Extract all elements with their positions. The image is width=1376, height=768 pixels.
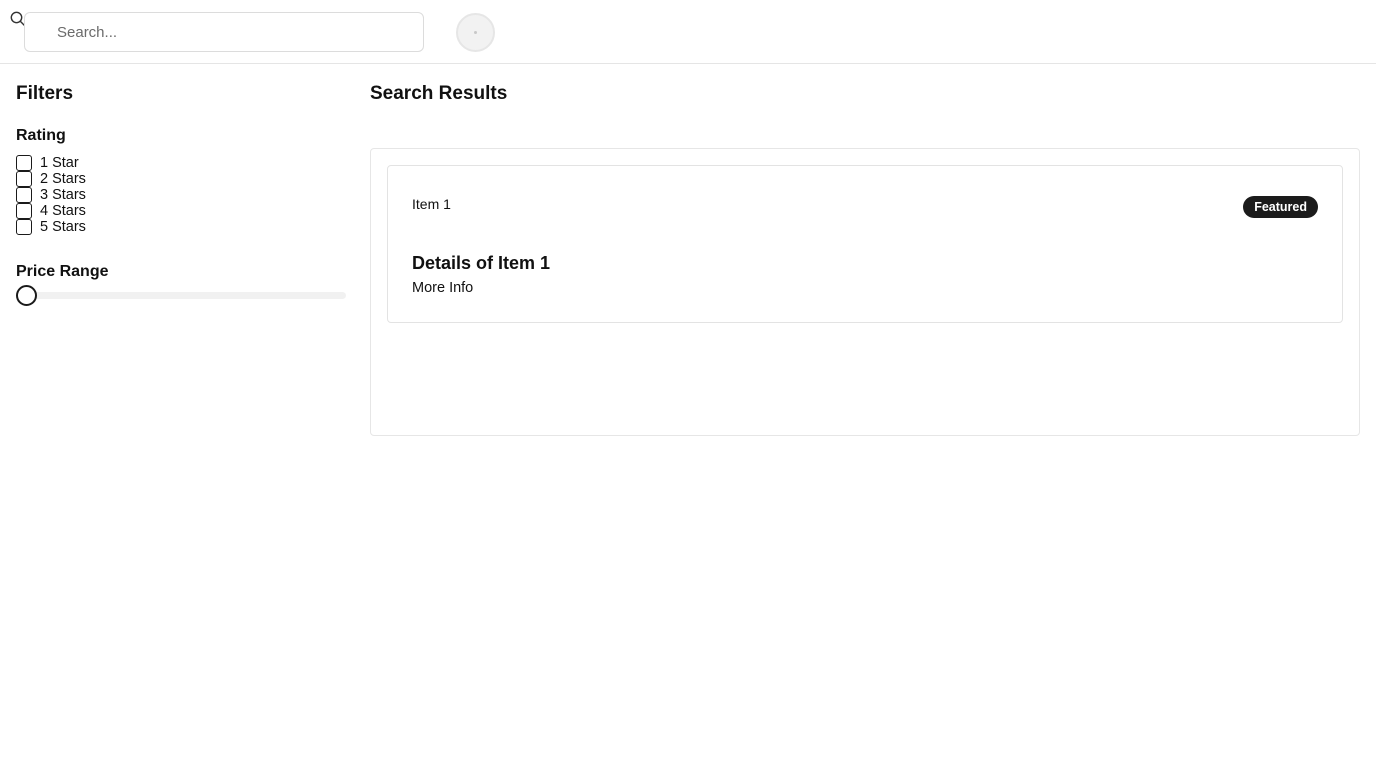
price-range-title: Price Range (16, 263, 109, 280)
top-bar (0, 0, 1376, 64)
avatar-button[interactable] (456, 13, 495, 52)
rating-checkbox[interactable] (16, 155, 32, 171)
rating-checkbox[interactable] (16, 171, 32, 187)
rating-option-5-stars[interactable]: 5 Stars (16, 219, 86, 235)
rating-option-label: 1 Star (40, 155, 79, 171)
price-range-slider[interactable] (16, 285, 346, 306)
more-info-link[interactable]: More Info (412, 280, 473, 297)
avatar-icon (474, 31, 477, 34)
search-input[interactable] (24, 12, 424, 52)
rating-option-4-stars[interactable]: 4 Stars (16, 203, 86, 219)
rating-filter-list: 1 Star 2 Stars 3 Stars 4 Stars 5 Stars (16, 155, 86, 235)
filters-title: Filters (16, 83, 74, 104)
price-range-slider-thumb[interactable] (16, 285, 37, 306)
result-item-label: Item 1 (412, 196, 451, 212)
rating-option-label: 3 Stars (40, 187, 86, 203)
rating-checkbox[interactable] (16, 203, 32, 219)
results-panel: Item 1 Featured Details of Item 1 More I… (370, 148, 1360, 436)
rating-option-label: 2 Stars (40, 171, 86, 187)
rating-checkbox[interactable] (16, 219, 32, 235)
rating-option-label: 5 Stars (40, 219, 86, 235)
rating-filter-title: Rating (16, 127, 66, 144)
rating-option-label: 4 Stars (40, 203, 86, 219)
featured-badge: Featured (1243, 196, 1318, 218)
rating-checkbox[interactable] (16, 187, 32, 203)
rating-option-2-stars[interactable]: 2 Stars (16, 171, 86, 187)
result-card: Item 1 Featured Details of Item 1 More I… (387, 165, 1343, 323)
search-results-title: Search Results (370, 83, 508, 104)
rating-option-3-stars[interactable]: 3 Stars (16, 187, 86, 203)
result-item-heading: Details of Item 1 (412, 253, 551, 273)
rating-option-1-star[interactable]: 1 Star (16, 155, 86, 171)
